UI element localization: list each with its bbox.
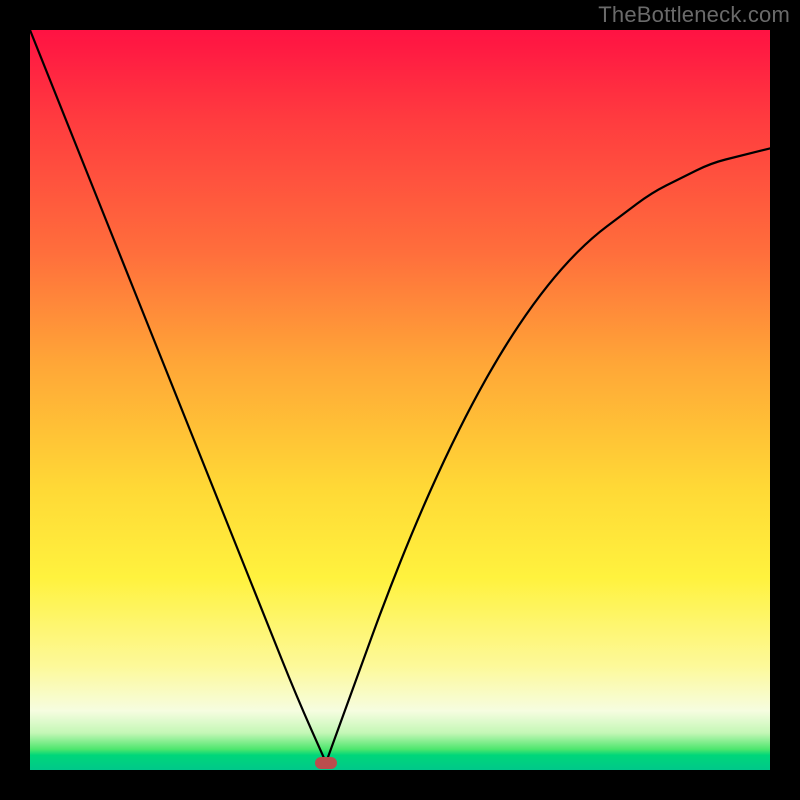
watermark-text: TheBottleneck.com — [598, 2, 790, 28]
curve-path — [30, 30, 770, 763]
plot-area — [30, 30, 770, 770]
optimal-point-marker — [315, 757, 337, 769]
chart-stage: TheBottleneck.com — [0, 0, 800, 800]
bottleneck-curve — [30, 30, 770, 770]
